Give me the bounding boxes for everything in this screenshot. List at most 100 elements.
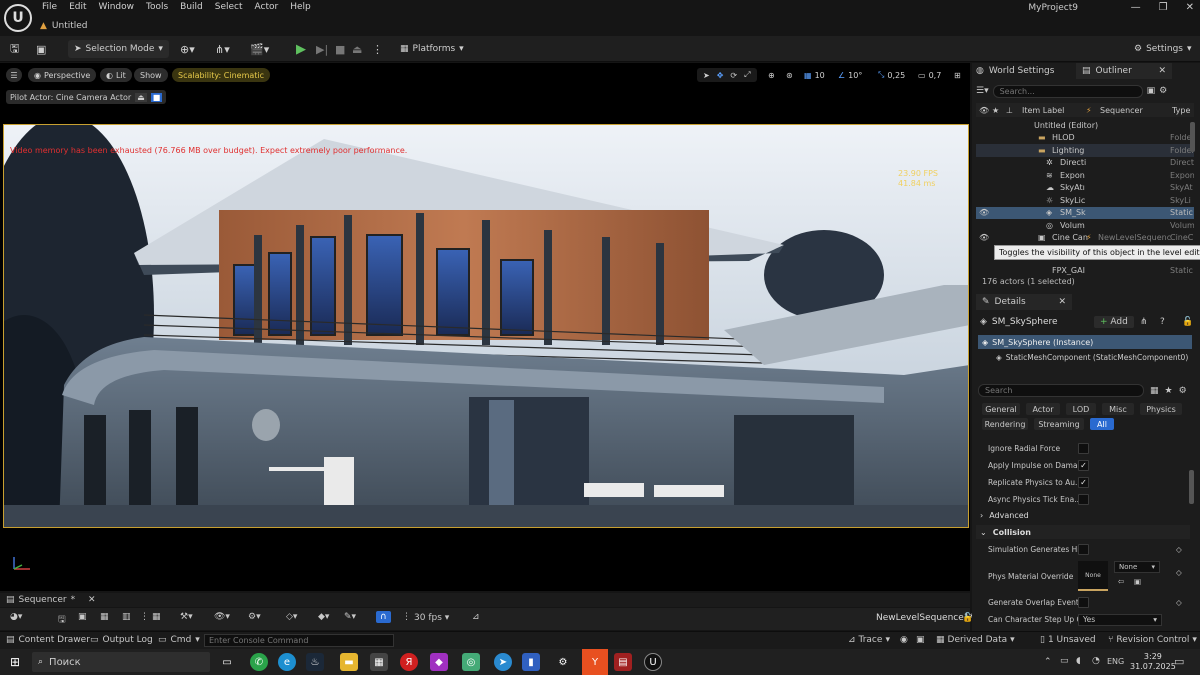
- select-icon[interactable]: ➤: [703, 71, 710, 80]
- content-drawer-button[interactable]: ▤ Content Drawer: [6, 635, 90, 645]
- steam-icon[interactable]: ♨: [306, 653, 324, 671]
- folder-add-icon[interactable]: ▣: [1147, 86, 1156, 96]
- grid-snap-button[interactable]: ▦ 10: [798, 68, 831, 82]
- list-item[interactable]: ✲ Directi Direct: [976, 157, 1194, 170]
- yandex-browser-icon[interactable]: Y: [582, 649, 608, 675]
- column-type[interactable]: Type: [1172, 106, 1190, 115]
- fps-dropdown[interactable]: 30 fps ▾: [414, 613, 449, 623]
- lit-button[interactable]: ◐ Lit: [100, 68, 132, 82]
- film-icon[interactable]: ▥: [122, 612, 131, 622]
- settings-button[interactable]: ⚙ Settings ▾: [1134, 40, 1192, 58]
- cinematics-icon[interactable]: 🎬▾: [250, 40, 269, 58]
- more-options-icon[interactable]: ⋮: [372, 40, 383, 58]
- menu-tools[interactable]: Tools: [140, 0, 174, 14]
- scale-icon[interactable]: ⤢: [744, 70, 750, 80]
- step-icon[interactable]: ▶|: [316, 40, 328, 58]
- component-row[interactable]: ◈ StaticMeshComponent (StaticMeshComponen…: [996, 351, 1192, 363]
- translate-icon[interactable]: ✥: [717, 71, 724, 80]
- save-icon[interactable]: 🖫: [58, 612, 66, 628]
- selection-mode-button[interactable]: ➤ Selection Mode ▾: [68, 40, 169, 58]
- grid-icon[interactable]: ▦: [152, 612, 161, 622]
- menu-build[interactable]: Build: [174, 0, 209, 14]
- clock[interactable]: 3:29 31.07.2025: [1130, 652, 1176, 672]
- hamburger-icon[interactable]: ☰: [6, 68, 22, 82]
- filter-lod[interactable]: LOD: [1066, 403, 1096, 415]
- use-selected-icon[interactable]: ⇦: [1118, 577, 1124, 586]
- output-log-button[interactable]: ▭ Output Log: [90, 635, 153, 645]
- windows-start-icon[interactable]: ⊞: [10, 655, 20, 669]
- cmd-dropdown[interactable]: ▭ Cmd ▾: [158, 635, 200, 645]
- reset-diamond-icon[interactable]: ◇: [1176, 598, 1182, 607]
- reset-diamond-icon[interactable]: ◇: [1176, 568, 1182, 577]
- gear-icon[interactable]: ⚙: [1179, 386, 1187, 396]
- filter-all[interactable]: All: [1090, 418, 1114, 430]
- table-view-icon[interactable]: ▦: [1150, 386, 1159, 396]
- browse-icon[interactable]: ▣: [78, 612, 87, 622]
- more-options-icon[interactable]: ⋮: [140, 612, 149, 622]
- telegram-icon[interactable]: ➤: [494, 653, 512, 671]
- close-icon[interactable]: ✕: [1186, 2, 1194, 13]
- property-checkbox[interactable]: ✓: [1078, 460, 1089, 471]
- record-icon[interactable]: ◉: [900, 635, 908, 645]
- filter-general[interactable]: General: [982, 403, 1020, 415]
- outliner-scrollbar[interactable]: [1190, 122, 1195, 152]
- wifi-icon[interactable]: ◔: [1092, 656, 1100, 666]
- more-options-icon[interactable]: ⋮: [402, 612, 411, 622]
- details-scrollbar[interactable]: [1189, 470, 1194, 504]
- console-input[interactable]: [204, 634, 394, 647]
- reset-diamond-icon[interactable]: ◇: [1176, 545, 1182, 554]
- chart-app-icon[interactable]: ▮: [522, 653, 540, 671]
- surface-snap-icon[interactable]: ⊛: [780, 68, 799, 82]
- volume-icon[interactable]: ◖: [1076, 656, 1081, 666]
- platforms-button[interactable]: ▦ Platforms ▾: [400, 40, 464, 58]
- eye-icon[interactable]: 👁▾: [214, 612, 230, 622]
- network-icon[interactable]: ▭: [1060, 656, 1069, 666]
- render-icon[interactable]: ▦: [100, 612, 109, 622]
- column-item-label[interactable]: Item Label: [1022, 106, 1064, 115]
- menu-select[interactable]: Select: [209, 0, 249, 14]
- gear-icon[interactable]: ⚙: [1159, 86, 1167, 96]
- column-sequencer[interactable]: Sequencer: [1100, 106, 1143, 115]
- content-browser-icon[interactable]: ▣: [36, 40, 46, 58]
- add-component-button[interactable]: + Add: [1094, 316, 1134, 328]
- property-checkbox[interactable]: [1078, 443, 1089, 454]
- notifications-icon[interactable]: ▭: [1174, 655, 1184, 668]
- property-checkbox[interactable]: [1078, 544, 1089, 555]
- camera-toggle-icon[interactable]: ■: [150, 92, 163, 102]
- menu-file[interactable]: File: [36, 0, 63, 14]
- play-icon[interactable]: ▶: [296, 40, 306, 58]
- menu-help[interactable]: Help: [284, 0, 317, 14]
- details-search-input[interactable]: [978, 384, 1144, 397]
- eye-icon[interactable]: 👁: [979, 208, 989, 217]
- edge-icon[interactable]: e: [278, 653, 296, 671]
- property-checkbox[interactable]: [1078, 597, 1089, 608]
- yandex-icon[interactable]: Я: [400, 653, 418, 671]
- list-item[interactable]: 👁 ▣ Cine Can ⚡ NewLevelSequenc CineC: [976, 232, 1194, 245]
- perspective-button[interactable]: ◉ Perspective: [28, 68, 97, 82]
- star-icon[interactable]: ★: [992, 106, 999, 115]
- derived-data-button[interactable]: ▦ Derived Data ▾: [936, 635, 1015, 645]
- store-icon[interactable]: ▦: [370, 653, 388, 671]
- revision-control-button[interactable]: ⑂ Revision Control ▾: [1108, 635, 1197, 645]
- unsaved-button[interactable]: ▯ 1 Unsaved: [1040, 635, 1096, 645]
- filter-misc[interactable]: Misc: [1102, 403, 1134, 415]
- trace-button[interactable]: ⊿ Trace ▾: [848, 635, 890, 645]
- tab-details[interactable]: ✎ Details ✕: [976, 294, 1072, 310]
- save-icon[interactable]: 🖫: [10, 40, 19, 58]
- taskbar-search[interactable]: ⌕ Поиск: [32, 652, 210, 672]
- list-item[interactable]: ☼ SkyLic SkyLi: [976, 194, 1194, 207]
- language-indicator[interactable]: ENG: [1107, 657, 1124, 666]
- rotate-icon[interactable]: ⟳: [730, 71, 737, 80]
- menu-window[interactable]: Window: [93, 0, 141, 14]
- diamond-icon[interactable]: ◆▾: [318, 612, 329, 622]
- close-icon[interactable]: ✕: [1058, 297, 1066, 307]
- layout-icon[interactable]: ⊞: [948, 68, 967, 82]
- filter-streaming[interactable]: Streaming: [1034, 418, 1084, 430]
- explorer-icon[interactable]: ▬: [340, 653, 358, 671]
- pencil-icon[interactable]: ✎▾: [344, 612, 356, 622]
- maximize-icon[interactable]: ❐: [1159, 2, 1168, 13]
- task-view-icon[interactable]: ▭: [218, 653, 236, 671]
- filter-actor[interactable]: Actor: [1026, 403, 1060, 415]
- eye-icon[interactable]: 👁: [979, 233, 989, 242]
- list-item[interactable]: ▬ HLOD Folder: [976, 132, 1194, 145]
